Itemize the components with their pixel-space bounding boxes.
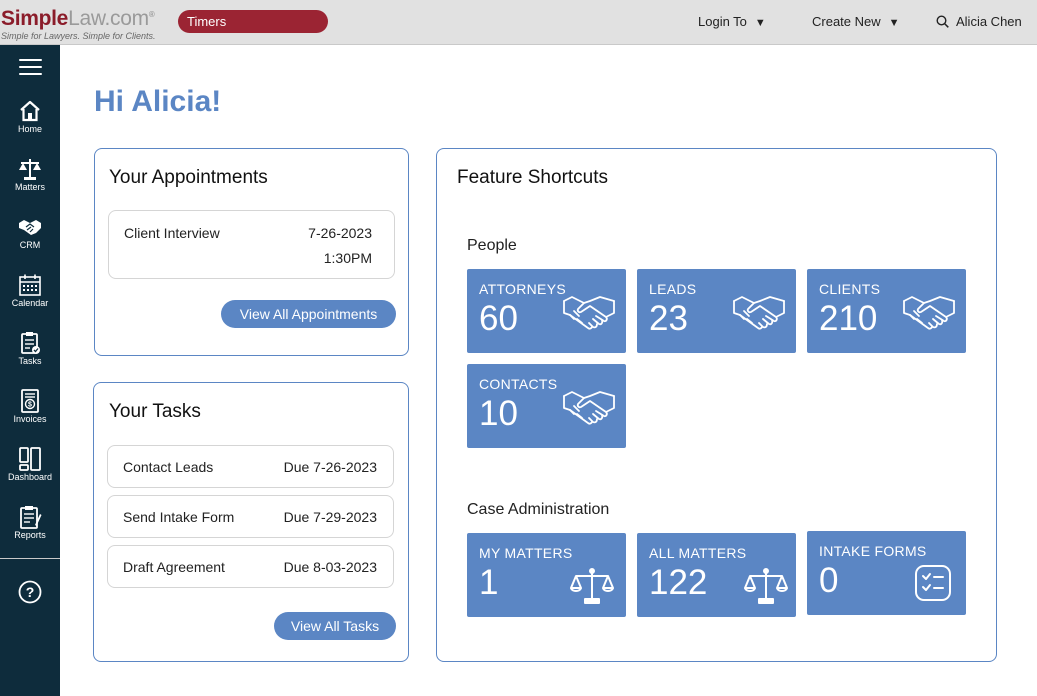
sidebar-item-crm[interactable]: CRM (0, 215, 60, 269)
sidebar-item-reports[interactable]: Reports (0, 505, 60, 559)
user-name: Alicia Chen (956, 14, 1022, 29)
shortcut-tile-my-matters[interactable]: MY MATTERS 1 (467, 533, 626, 617)
scales-icon (570, 568, 614, 604)
tasks-icon (21, 332, 40, 354)
feature-shortcuts-card: Feature Shortcuts People ATTORNEYS 60 LE… (436, 148, 997, 662)
sidebar-item-tasks[interactable]: Tasks (0, 331, 60, 385)
task-name: Contact Leads (123, 459, 214, 475)
task-item[interactable]: Send Intake Form Due 7-29-2023 (107, 495, 394, 538)
home-icon (20, 100, 40, 122)
create-new-label: Create New (812, 14, 881, 29)
tile-label: CLIENTS (819, 281, 881, 297)
user-search-menu[interactable]: Alicia Chen (936, 14, 1022, 29)
scales-icon (19, 159, 41, 180)
view-all-tasks-button[interactable]: View All Tasks (274, 612, 396, 640)
sidebar-item-label: Matters (14, 182, 45, 192)
sidebar-item-invoices[interactable]: $ Invoices (0, 389, 60, 443)
shortcut-tile-contacts[interactable]: CONTACTS 10 (467, 364, 626, 448)
help-icon[interactable]: ? (18, 580, 42, 604)
task-name: Send Intake Form (123, 509, 235, 525)
sidebar-item-home[interactable]: Home (0, 99, 60, 153)
page-greeting: Hi Alicia! (94, 85, 222, 118)
task-due-date: Due 7-26-2023 (283, 459, 377, 475)
task-due-date: Due 8-03-2023 (283, 559, 377, 575)
reports-icon (20, 506, 42, 529)
sidebar-item-label: Calendar (11, 298, 49, 308)
shortcut-tile-leads[interactable]: LEADS 23 (637, 269, 796, 353)
handshake-icon (563, 391, 615, 425)
caret-down-icon: ▼ (888, 17, 900, 29)
calendar-icon (19, 274, 41, 296)
people-section-label: People (467, 237, 517, 254)
sidebar-item-label: Invoices (13, 414, 47, 424)
sidebar-item-label: Reports (14, 530, 46, 540)
sidebar-item-matters[interactable]: Matters (0, 157, 60, 211)
task-item[interactable]: Draft Agreement Due 8-03-2023 (107, 545, 394, 588)
appointments-title: Your Appointments (109, 167, 268, 188)
appointments-card: Your Appointments Client Interview 7-26-… (94, 148, 409, 356)
simplelaw-logo[interactable]: SimpleLaw.com® Simple for Lawyers. Simpl… (1, 4, 173, 42)
create-new-menu[interactable]: Create New ▼ (812, 14, 900, 29)
case-administration-section-label: Case Administration (467, 501, 610, 518)
sidebar-item-label: CRM (19, 240, 41, 250)
top-bar: SimpleLaw.com® Simple for Lawyers. Simpl… (0, 0, 1037, 45)
task-item[interactable]: Contact Leads Due 7-26-2023 (107, 445, 394, 488)
sidebar-item-dashboard[interactable]: Dashboard (0, 447, 60, 501)
tile-label: INTAKE FORMS (819, 543, 927, 559)
handshake-icon (903, 296, 955, 330)
shortcut-tile-clients[interactable]: CLIENTS 210 (807, 269, 966, 353)
login-to-menu[interactable]: Login To ▼ (698, 14, 766, 29)
task-due-date: Due 7-29-2023 (283, 509, 377, 525)
appointment-name: Client Interview (124, 225, 220, 241)
handshake-icon (19, 220, 41, 235)
scales-icon (744, 568, 788, 604)
logo-tagline: Simple for Lawyers. Simple for Clients. (1, 31, 156, 41)
tasks-card: Your Tasks Contact Leads Due 7-26-2023 S… (93, 382, 409, 662)
tile-count: 122 (649, 563, 708, 602)
search-icon (936, 15, 949, 28)
handshake-icon (563, 296, 615, 330)
shortcut-tile-attorneys[interactable]: ATTORNEYS 60 (467, 269, 626, 353)
invoice-icon: $ (21, 389, 39, 413)
feature-shortcuts-title: Feature Shortcuts (457, 167, 609, 188)
tile-count: 10 (479, 394, 518, 433)
appointment-item[interactable]: Client Interview 7-26-2023 1:30PM (108, 210, 395, 279)
timers-button[interactable]: Timers (178, 10, 328, 33)
tile-label: LEADS (649, 281, 697, 297)
sidebar-item-label: Tasks (18, 356, 42, 366)
svg-text:?: ? (26, 584, 35, 600)
shortcut-tile-all-matters[interactable]: ALL MATTERS 122 (637, 533, 796, 617)
appointment-date: 7-26-2023 (308, 225, 372, 241)
checklist-icon (915, 565, 951, 601)
appointment-time: 1:30PM (323, 250, 372, 266)
sidebar-item-label: Home (17, 124, 42, 134)
tile-label: ALL MATTERS (649, 545, 747, 561)
sidebar: Home Matters CRM Calendar Tasks $ Invoic… (0, 45, 60, 696)
sidebar-divider (0, 558, 60, 559)
shortcut-tile-intake-forms[interactable]: INTAKE FORMS 0 (807, 531, 966, 615)
tile-count: 23 (649, 299, 688, 338)
login-to-label: Login To (698, 14, 747, 29)
tile-label: ATTORNEYS (479, 281, 566, 297)
tile-count: 210 (819, 299, 878, 338)
tile-count: 60 (479, 299, 518, 338)
tile-count: 1 (479, 563, 499, 602)
svg-text:$: $ (28, 402, 32, 409)
tile-label: CONTACTS (479, 376, 558, 392)
tile-count: 0 (819, 561, 839, 600)
dashboard-icon (19, 447, 41, 471)
caret-down-icon: ▼ (754, 17, 766, 29)
handshake-icon (733, 296, 785, 330)
view-all-appointments-button[interactable]: View All Appointments (221, 300, 396, 328)
hamburger-menu-icon[interactable] (19, 59, 42, 76)
sidebar-item-label: Dashboard (7, 472, 53, 482)
sidebar-item-calendar[interactable]: Calendar (0, 273, 60, 327)
tasks-title: Your Tasks (109, 401, 201, 422)
tile-label: MY MATTERS (479, 545, 573, 561)
logo-wordmark: SimpleLaw.com® (1, 7, 155, 30)
task-name: Draft Agreement (123, 559, 225, 575)
